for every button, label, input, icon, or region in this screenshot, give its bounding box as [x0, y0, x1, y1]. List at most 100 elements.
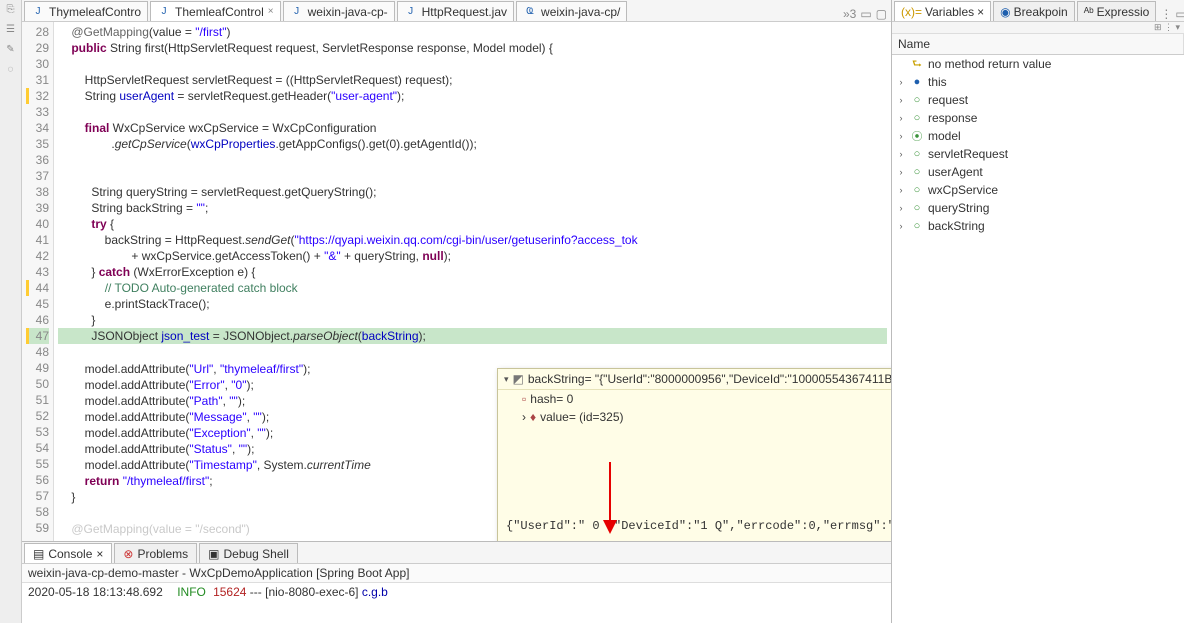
- debug-hover-tooltip: ▾ ◩ backString= "{"UserId":"8000000956",…: [497, 368, 891, 541]
- variable-row[interactable]: ›○queryString: [892, 199, 1184, 217]
- tooltip-tostring: {"UserId":" 0 ,"DeviceId":"1 Q","errcode…: [498, 513, 891, 541]
- variables-tree[interactable]: ⮑no method return value›●this›○request›○…: [892, 55, 1184, 623]
- tab-label: Problems: [137, 547, 188, 561]
- overflow-label: »3: [843, 7, 856, 21]
- java-file-icon: J: [404, 5, 418, 19]
- code-line[interactable]: String userAgent = servletRequest.getHea…: [58, 88, 887, 104]
- code-line[interactable]: final WxCpService wxCpService = WxCpConf…: [58, 120, 887, 136]
- java-file-icon: Ҩ: [523, 5, 537, 19]
- expand-icon[interactable]: ›: [896, 185, 906, 195]
- variable-row[interactable]: ›●this: [892, 73, 1184, 91]
- tab-label: Variables: [925, 5, 974, 19]
- activity-icon[interactable]: ☰: [6, 24, 15, 38]
- code-line[interactable]: e.printStackTrace();: [58, 296, 887, 312]
- editor-tab[interactable]: JHttpRequest.jav: [397, 1, 514, 21]
- debug-shell-icon: ▣: [208, 547, 219, 561]
- maximize-icon[interactable]: ▢: [876, 7, 887, 21]
- line-gutter: 2829303132333435363738394041424344454647…: [22, 22, 54, 541]
- variable-row[interactable]: ›○request: [892, 91, 1184, 109]
- log-tail: --- [nio-8080-exec-6]: [246, 585, 361, 599]
- expand-icon[interactable]: ▾: [504, 374, 509, 385]
- code-line[interactable]: @GetMapping(value = "/first"): [58, 24, 887, 40]
- variable-row[interactable]: ›○userAgent: [892, 163, 1184, 181]
- tab-debug-shell[interactable]: ▣ Debug Shell: [199, 543, 298, 563]
- close-icon[interactable]: ×: [268, 6, 274, 17]
- code-line[interactable]: [58, 56, 887, 72]
- expand-icon[interactable]: ›: [896, 95, 906, 105]
- code-line[interactable]: + wxCpService.getAccessToken() + "&" + q…: [58, 248, 887, 264]
- code-line[interactable]: // TODO Auto-generated catch block: [58, 280, 887, 296]
- variable-row[interactable]: ⮑no method return value: [892, 55, 1184, 73]
- console-context: weixin-java-cp-demo-master - WxCpDemoApp…: [22, 564, 891, 583]
- variable-row[interactable]: ›○response: [892, 109, 1184, 127]
- activity-icon[interactable]: ⎘: [7, 4, 15, 18]
- editor-tab[interactable]: Jweixin-java-cp-: [283, 1, 395, 21]
- expand-icon[interactable]: ›: [896, 113, 906, 123]
- variable-row[interactable]: ›○wxCpService: [892, 181, 1184, 199]
- tab-expressions[interactable]: ᴬᵇ Expressio: [1077, 1, 1157, 21]
- code-line[interactable]: [58, 168, 887, 184]
- code-line[interactable]: }: [58, 312, 887, 328]
- code-line[interactable]: [58, 345, 887, 361]
- close-icon[interactable]: ×: [977, 5, 984, 19]
- variable-row[interactable]: ›○backString: [892, 217, 1184, 235]
- code-line[interactable]: HttpServletRequest servletRequest = ((Ht…: [58, 72, 887, 88]
- code-line[interactable]: public String first(HttpServletRequest r…: [58, 40, 887, 56]
- java-file-icon: J: [290, 5, 304, 19]
- activity-bar: ⎘ ☰ ✎ ◌: [0, 0, 22, 623]
- tooltip-header[interactable]: ▾ ◩ backString= "{"UserId":"8000000956",…: [498, 369, 891, 390]
- tooltip-var-name: backString= "{"UserId":"8000000956","Dev…: [528, 372, 891, 386]
- code-line[interactable]: } catch (WxErrorException e) {: [58, 264, 887, 280]
- inspect-icon: ◩: [513, 372, 524, 386]
- activity-icon[interactable]: ◌: [8, 64, 14, 78]
- editor-tab[interactable]: Ҩweixin-java-cp/: [516, 1, 627, 21]
- variable-icon: ⦿: [910, 128, 924, 144]
- tab-variables[interactable]: (x)= Variables ×: [894, 1, 991, 21]
- tab-label: weixin-java-cp/: [541, 5, 620, 19]
- code-line[interactable]: try {: [58, 216, 887, 232]
- expand-icon[interactable]: ›: [522, 410, 526, 424]
- tab-label: Debug Shell: [223, 547, 288, 561]
- code-line[interactable]: [58, 152, 887, 168]
- variable-name: servletRequest: [928, 147, 1008, 161]
- log-time: 2020-05-18 18:13:48.692: [28, 585, 163, 599]
- expand-icon[interactable]: ›: [896, 149, 906, 159]
- console-output[interactable]: 2020-05-18 18:13:48.692 INFO 15624 --- […: [22, 583, 891, 602]
- expand-icon[interactable]: [896, 59, 906, 69]
- tab-problems[interactable]: ⊗ Problems: [114, 543, 197, 563]
- tooltip-hash-row[interactable]: ▫ hash= 0: [498, 390, 891, 408]
- code-line[interactable]: [58, 104, 887, 120]
- code-line[interactable]: JSONObject json_test = JSONObject.parseO…: [58, 328, 887, 344]
- minimize-icon[interactable]: ▭: [860, 7, 871, 21]
- editor-tab[interactable]: JThemleafControl×: [150, 1, 281, 21]
- tooltip-value-row[interactable]: › ♦ value= (id=325): [498, 408, 891, 426]
- variable-row[interactable]: ›○servletRequest: [892, 145, 1184, 163]
- tab-breakpoints[interactable]: ◉ Breakpoin: [993, 1, 1075, 21]
- variable-name: queryString: [928, 201, 989, 215]
- code-line[interactable]: String queryString = servletRequest.getQ…: [58, 184, 887, 200]
- expand-icon[interactable]: ›: [896, 203, 906, 213]
- code-line[interactable]: String backString = "";: [58, 200, 887, 216]
- console-panel: ▤ Console × ⊗ Problems ▣ Debug Shell wei…: [22, 541, 891, 623]
- tab-label: Breakpoin: [1014, 5, 1068, 19]
- main-column: JThymeleafControJThemleafControl×Jweixin…: [22, 0, 891, 623]
- code-line[interactable]: backString = HttpRequest.sendGet("https:…: [58, 232, 887, 248]
- tab-console[interactable]: ▤ Console ×: [24, 543, 112, 563]
- tab-overflow[interactable]: »3 ▭ ▢: [839, 7, 891, 21]
- expand-icon[interactable]: ›: [896, 131, 906, 141]
- expand-icon[interactable]: ›: [896, 167, 906, 177]
- activity-icon[interactable]: ✎: [6, 44, 14, 58]
- variable-row[interactable]: ›⦿model: [892, 127, 1184, 145]
- tab-label: Expressio: [1097, 5, 1150, 19]
- editor-tabbar: JThymeleafControJThemleafControl×Jweixin…: [22, 0, 891, 22]
- expand-icon[interactable]: ›: [896, 77, 906, 87]
- expressions-icon: ᴬᵇ: [1084, 5, 1094, 19]
- code-line[interactable]: .getCpService(wxCpProperties.getAppConfi…: [58, 136, 887, 152]
- col-name: Name: [892, 34, 1184, 54]
- close-icon[interactable]: ×: [96, 547, 103, 561]
- minimize-icon[interactable]: ▭: [1175, 7, 1184, 21]
- view-menu-icon[interactable]: ⋮: [1160, 7, 1172, 21]
- editor-tab[interactable]: JThymeleafContro: [24, 1, 148, 21]
- expand-icon[interactable]: ›: [896, 221, 906, 231]
- variables-icon: (x)=: [901, 5, 922, 19]
